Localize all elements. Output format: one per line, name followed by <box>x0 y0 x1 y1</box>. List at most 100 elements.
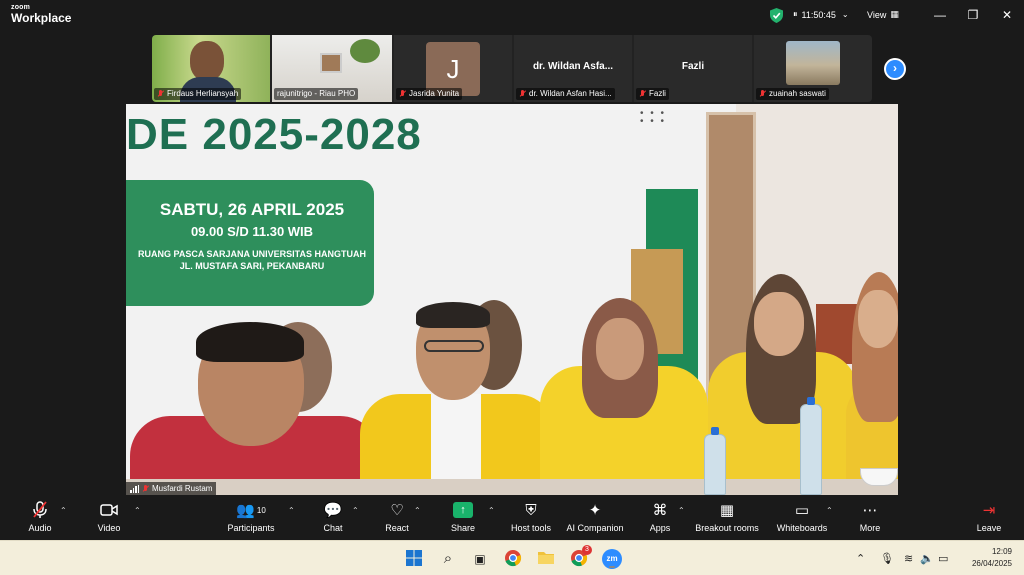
whiteboards-options-caret[interactable]: ⌃ <box>826 506 833 515</box>
battery-icon[interactable]: ▭ <box>938 552 948 565</box>
mic-muted-icon <box>519 90 526 98</box>
mic-muted-icon <box>142 484 149 493</box>
video-options-caret[interactable]: ⌃ <box>134 506 141 515</box>
encryption-shield-icon[interactable] <box>770 8 783 23</box>
brand-small: zoom <box>11 4 31 11</box>
person-hair <box>416 302 490 328</box>
microphone-icon[interactable]: 🎙 <box>880 552 894 565</box>
zoom-app-icon[interactable]: zm <box>602 549 622 569</box>
shield-icon: ⛨ <box>525 501 537 519</box>
person-hair <box>196 322 304 362</box>
banner-time: 09.00 S/D 11.30 WIB <box>190 224 314 239</box>
room-plant <box>350 39 380 63</box>
more-dots-icon: ⋯ <box>862 502 878 519</box>
zoom-window: zoom Workplace ⏸ 11:50:45 ⌄ View ▦ — ❐ ✕… <box>0 0 1024 540</box>
search-icon[interactable]: ⌕ <box>438 549 458 569</box>
active-speaker-video[interactable]: • • • • • • DE 2025-2028 SABTU, 26 APRIL … <box>126 104 898 495</box>
file-explorer-icon[interactable] <box>536 549 556 569</box>
close-button[interactable]: ✕ <box>999 7 1015 23</box>
mic-muted-icon <box>759 90 766 98</box>
active-app-indicator <box>609 566 615 568</box>
host-tools-button[interactable]: ⛨ Host tools <box>508 500 554 534</box>
audio-options-caret[interactable]: ⌃ <box>60 506 67 515</box>
view-menu-button[interactable]: View ▦ <box>867 9 899 20</box>
table-edge <box>126 479 898 495</box>
minimize-button[interactable]: — <box>932 7 948 23</box>
apps-icon: ⌘ <box>652 502 668 519</box>
volume-icon[interactable]: 🔈 <box>920 552 934 565</box>
participant-name-tag: Jasrida Yunita <box>396 88 463 100</box>
chat-options-caret[interactable]: ⌃ <box>352 506 359 515</box>
clock-time: 12:09 <box>991 547 1012 556</box>
video-camera-icon <box>94 500 124 520</box>
title-bar: zoom Workplace ⏸ 11:50:45 ⌄ View ▦ — ❐ ✕ <box>0 0 1024 32</box>
view-label: View <box>867 9 887 20</box>
chevron-down-icon: ⌄ <box>841 10 849 19</box>
mic-muted-icon <box>639 90 646 98</box>
chrome-icon[interactable] <box>503 549 523 569</box>
room-picture <box>320 53 342 73</box>
participant-tile[interactable]: J Jasrida Yunita <box>394 35 512 102</box>
participant-thumbnail <box>786 41 840 85</box>
more-button[interactable]: ⋯ More <box>856 500 884 533</box>
zoom-logo: zoom Workplace <box>11 4 71 24</box>
person-face <box>596 318 644 380</box>
react-button[interactable]: ♡ React <box>382 500 412 533</box>
banner-date: SABTU, 26 APRIL 2025 <box>159 200 345 219</box>
speaker-name: Musfardi Rustam <box>152 484 213 493</box>
speaker-name-tag: Musfardi Rustam <box>126 482 217 495</box>
participant-tile[interactable]: rajunitrigo - Riau PHO <box>272 35 392 102</box>
participant-tile[interactable]: Firdaus Herliansyah <box>152 35 270 102</box>
chat-button[interactable]: 💬 Chat <box>318 500 348 533</box>
sparkle-icon: ✦ <box>588 502 602 519</box>
react-options-caret[interactable]: ⌃ <box>414 506 421 515</box>
participant-display-name: dr. Wildan Asfa... <box>532 61 614 72</box>
meeting-timer[interactable]: ⏸ 11:50:45 ⌄ <box>793 9 849 20</box>
timer-value: 11:50:45 <box>801 9 836 20</box>
mic-muted-icon <box>157 90 164 98</box>
mic-muted-icon <box>399 90 406 98</box>
share-options-caret[interactable]: ⌃ <box>488 506 495 515</box>
participant-display-name: Fazli <box>681 61 705 72</box>
participants-icon: 👥 <box>236 502 255 519</box>
mic-muted-icon <box>24 500 56 520</box>
participants-options-caret[interactable]: ⌃ <box>288 506 295 515</box>
gallery-next-page-button[interactable]: › <box>884 58 906 80</box>
apps-button[interactable]: ⌘ Apps <box>646 500 674 533</box>
chat-bubble-icon: 💬 <box>323 502 343 519</box>
person-face <box>858 290 898 348</box>
banner-date-box: SABTU, 26 APRIL 2025 09.00 S/D 11.30 WIB… <box>126 180 374 306</box>
show-hidden-icons-chevron[interactable]: ⌃ <box>856 552 865 565</box>
notification-badge: 3 <box>582 545 592 555</box>
windows-start-icon[interactable] <box>404 549 424 569</box>
participant-tile[interactable]: Fazli Fazli <box>634 35 752 102</box>
system-clock[interactable]: 12:09 26/04/2025 <box>964 546 1012 570</box>
banner-venue: RUANG PASCA SARJANA UNIVERSITAS HANGTUAH <box>137 249 366 259</box>
clock-date: 26/04/2025 <box>971 559 1012 568</box>
glasses <box>424 340 484 352</box>
breakout-rooms-button[interactable]: ▦ Breakout rooms <box>694 500 760 533</box>
whiteboards-button[interactable]: ▭ Whiteboards <box>774 500 830 533</box>
leave-button[interactable]: ⇥ Leave <box>974 500 1004 533</box>
meeting-toolbar: Audio ⌃ Video ⌃ 👥 10 Participants ⌃ 💬 Cha… <box>0 496 1024 540</box>
audio-button[interactable]: Audio <box>24 500 56 533</box>
participant-tile[interactable]: zuainah saswati <box>754 35 872 102</box>
apps-options-caret[interactable]: ⌃ <box>678 506 685 515</box>
share-button[interactable]: ↑ Share <box>448 500 478 533</box>
participant-tile[interactable]: dr. Wildan Asfa... dr. Wildan Asfan Hasi… <box>514 35 632 102</box>
participants-button[interactable]: 👥 10 Participants <box>224 500 278 533</box>
banner-address: JL. MUSTAFA SARI, PEKANBARU <box>179 261 325 271</box>
video-button[interactable]: Video <box>94 500 124 533</box>
ai-companion-button[interactable]: ✦ AI Companion <box>564 500 626 533</box>
participant-gallery-strip: Firdaus Herliansyah rajunitrigo - Riau P… <box>152 35 872 102</box>
participant-name-tag: zuainah saswati <box>756 88 829 100</box>
chrome-profile-icon[interactable]: 3 <box>569 545 592 569</box>
participants-count: 10 <box>256 505 266 515</box>
leave-door-icon: ⇥ <box>982 502 996 519</box>
participant-face <box>190 41 224 81</box>
participant-name-tag: dr. Wildan Asfan Hasi... <box>516 88 615 100</box>
participant-name-tag: rajunitrigo - Riau PHO <box>274 88 359 100</box>
task-view-icon[interactable]: ▣ <box>470 549 490 569</box>
restore-button[interactable]: ❐ <box>965 7 981 23</box>
wifi-icon[interactable]: ≋ <box>904 552 913 565</box>
